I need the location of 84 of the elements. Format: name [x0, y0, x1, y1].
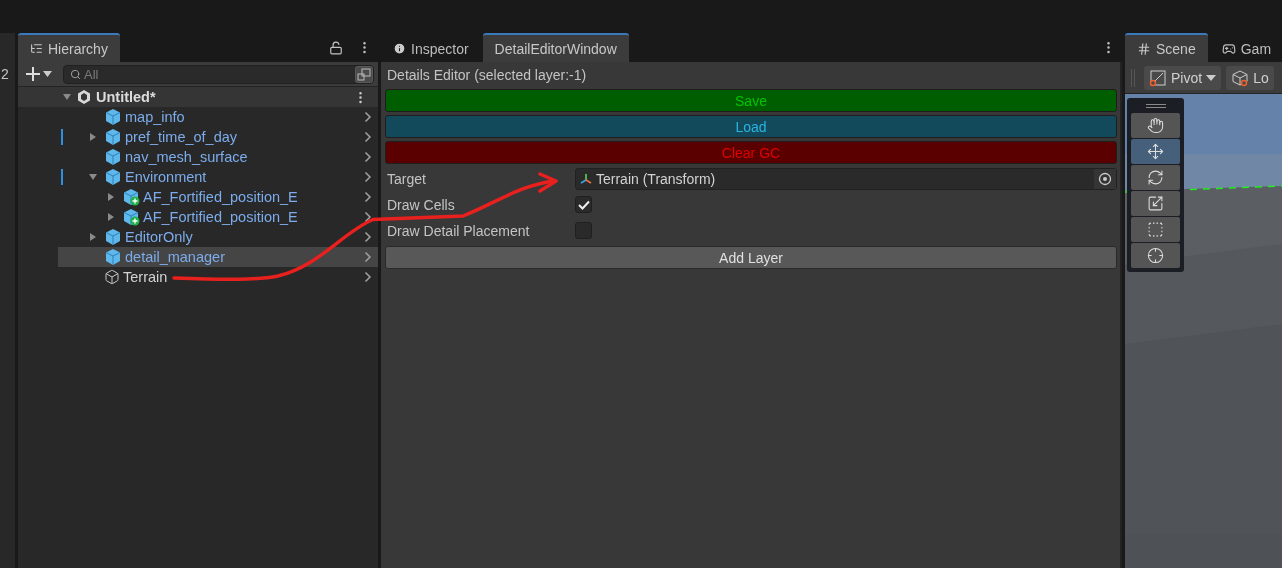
field-label: Draw Detail Placement: [386, 222, 531, 239]
list-icon: [30, 42, 43, 55]
object-name: detail_manager: [125, 249, 226, 265]
hierarchy-row[interactable]: AF_Fortified_position_E: [18, 187, 378, 207]
checkbox[interactable]: [575, 222, 592, 239]
chevron-right-icon[interactable]: [364, 191, 372, 203]
hierarchy-row[interactable]: pref_time_of_day: [18, 127, 378, 147]
pivot-icon: [1149, 68, 1167, 87]
prefab-cube-icon: [104, 168, 122, 186]
rect-icon: [1147, 221, 1164, 238]
object-name: AF_Fortified_position_E: [143, 189, 299, 205]
chevron-right-icon[interactable]: [364, 131, 372, 143]
chevron-right-icon[interactable]: [364, 271, 372, 283]
chevron-right-icon[interactable]: [364, 151, 372, 163]
prefab-cube-icon: [104, 248, 122, 266]
scale-tool-button[interactable]: [1131, 191, 1180, 216]
object-name: AF_Fortified_position_E: [143, 209, 299, 225]
chevron-right-icon[interactable]: [364, 231, 372, 243]
object-field[interactable]: Terrain (Transform): [575, 167, 1117, 190]
editor-tab[interactable]: DetailEditorWindow: [482, 33, 629, 62]
expanded-triangle-icon[interactable]: [88, 172, 98, 182]
hierarchy-tab[interactable]: Hierarchy: [18, 33, 120, 62]
move-icon: [1147, 143, 1164, 160]
chevron-right-icon[interactable]: [364, 211, 372, 223]
object-name: map_info: [125, 109, 186, 125]
action-button[interactable]: Load: [385, 115, 1117, 138]
editor-tab[interactable]: Inspector: [381, 33, 481, 62]
local-cube-icon: [1231, 68, 1250, 87]
transform-icon: [1147, 247, 1164, 264]
field-label: Target: [386, 170, 427, 187]
hierarchy-row[interactable]: nav_mesh_surface: [18, 147, 378, 167]
hand-tool-button[interactable]: [1131, 113, 1180, 138]
gamepad-icon: [1221, 41, 1236, 56]
prefab-cube-icon: [104, 148, 122, 166]
caret-icon[interactable]: [43, 71, 52, 77]
move-tool-button[interactable]: [1131, 139, 1180, 164]
caret-icon[interactable]: [1206, 74, 1217, 81]
info-icon: [393, 42, 406, 55]
object-name: pref_time_of_day: [125, 129, 239, 145]
editor-heading: Details Editor (selected layer:-1): [386, 66, 588, 85]
add-layer-button[interactable]: Add Layer: [385, 246, 1117, 269]
hierarchy-row[interactable]: Terrain: [18, 267, 378, 287]
object-name: EditorOnly: [125, 229, 194, 245]
field-label: Draw Cells: [386, 196, 456, 213]
handle-rotation-dropdown[interactable]: Lo: [1226, 65, 1274, 90]
scene-tab[interactable]: Scene: [1125, 33, 1208, 62]
chevron-right-icon[interactable]: [364, 251, 372, 263]
prefab-added-icon: [122, 208, 140, 226]
object-name: Environment: [125, 169, 208, 185]
action-button[interactable]: Save: [385, 89, 1117, 112]
scene-search-icon[interactable]: [355, 65, 373, 83]
checkbox[interactable]: [575, 196, 592, 213]
prefab-added-icon: [122, 188, 140, 206]
scene-tab[interactable]: Gam: [1209, 33, 1282, 62]
hierarchy-row[interactable]: map_info: [18, 107, 378, 127]
transform-icon: [579, 171, 593, 186]
transform-tool-button[interactable]: [1131, 243, 1180, 268]
hierarchy-row[interactable]: Environment: [18, 167, 378, 187]
hierarchy-row[interactable]: detail_manager: [18, 247, 378, 267]
cube-outline-icon: [104, 269, 120, 285]
object-picker-icon[interactable]: [1094, 168, 1116, 189]
pivot-dropdown[interactable]: Pivot: [1144, 65, 1222, 90]
prefab-cube-icon: [104, 228, 122, 246]
search-icon: [70, 68, 81, 80]
rotate-tool-button[interactable]: [1131, 165, 1180, 190]
search-field[interactable]: All: [63, 64, 374, 84]
hand-icon: [1147, 117, 1164, 134]
scene-root-row[interactable]: Untitled*: [18, 87, 378, 107]
expanded-triangle-icon[interactable]: [62, 92, 72, 102]
scale-icon: [1147, 195, 1164, 212]
chevron-right-icon[interactable]: [364, 171, 372, 183]
prefab-cube-icon: [104, 108, 122, 126]
hierarchy-row[interactable]: AF_Fortified_position_E: [18, 207, 378, 227]
object-name: Terrain: [123, 269, 169, 285]
hierarchy-row[interactable]: EditorOnly: [18, 227, 378, 247]
collapsed-triangle-icon[interactable]: [88, 132, 98, 142]
grid-icon: [1137, 41, 1151, 56]
panel-count: 2: [0, 65, 10, 82]
unity-logo-icon: [76, 89, 92, 105]
chevron-right-icon[interactable]: [364, 111, 372, 123]
scene-name: Untitled*: [96, 89, 157, 105]
prefab-cube-icon: [104, 128, 122, 146]
object-name: nav_mesh_surface: [125, 149, 249, 165]
rotate-icon: [1147, 169, 1164, 186]
